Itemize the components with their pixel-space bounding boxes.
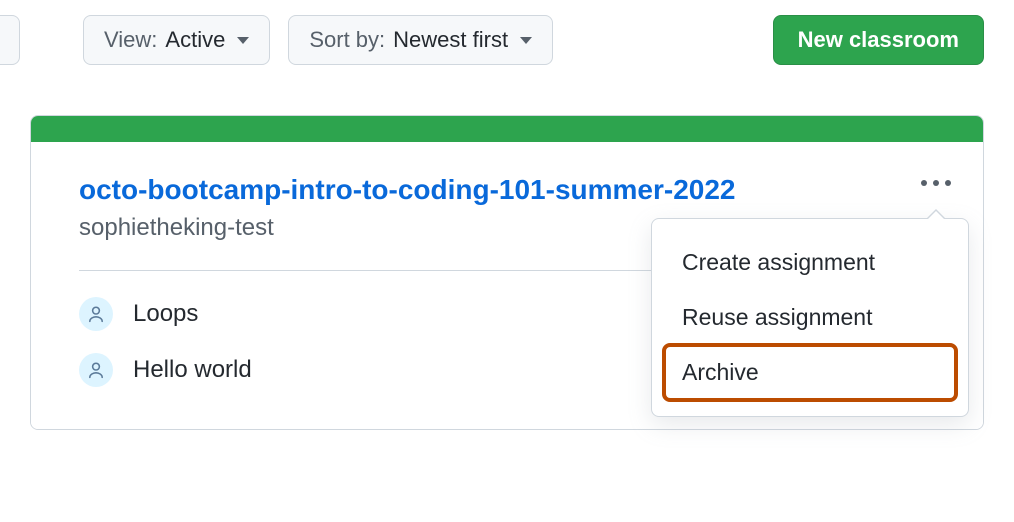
chevron-down-icon bbox=[237, 37, 249, 44]
view-filter-value: Active bbox=[165, 27, 225, 53]
view-filter-dropdown[interactable]: View: Active bbox=[83, 15, 270, 65]
classroom-title-link[interactable]: octo-bootcamp-intro-to-coding-101-summer… bbox=[79, 174, 736, 205]
classroom-actions-menu: Create assignment Reuse assignment Archi… bbox=[651, 218, 969, 417]
sort-value: Newest first bbox=[393, 27, 508, 53]
assignment-name: Hello world bbox=[133, 356, 252, 384]
kebab-menu-button[interactable] bbox=[915, 174, 957, 192]
view-filter-label: View: bbox=[104, 27, 157, 53]
menu-item-create-assignment[interactable]: Create assignment bbox=[664, 235, 956, 290]
sort-dropdown[interactable]: Sort by: Newest first bbox=[288, 15, 553, 65]
menu-item-reuse-assignment[interactable]: Reuse assignment bbox=[664, 290, 956, 345]
cut-button-left bbox=[0, 15, 20, 65]
person-icon bbox=[79, 353, 113, 387]
dot-icon bbox=[921, 180, 927, 186]
menu-item-archive[interactable]: Archive bbox=[664, 345, 956, 400]
classroom-card-stripe bbox=[31, 116, 983, 142]
new-classroom-button[interactable]: New classroom bbox=[773, 15, 984, 65]
dot-icon bbox=[945, 180, 951, 186]
sort-label: Sort by: bbox=[309, 27, 385, 53]
dot-icon bbox=[933, 180, 939, 186]
person-icon bbox=[79, 297, 113, 331]
assignment-name: Loops bbox=[133, 300, 198, 328]
chevron-down-icon bbox=[520, 37, 532, 44]
new-classroom-label: New classroom bbox=[798, 27, 959, 53]
classroom-card: octo-bootcamp-intro-to-coding-101-summer… bbox=[30, 115, 984, 430]
toolbar: View: Active Sort by: Newest first New c… bbox=[0, 0, 1014, 65]
